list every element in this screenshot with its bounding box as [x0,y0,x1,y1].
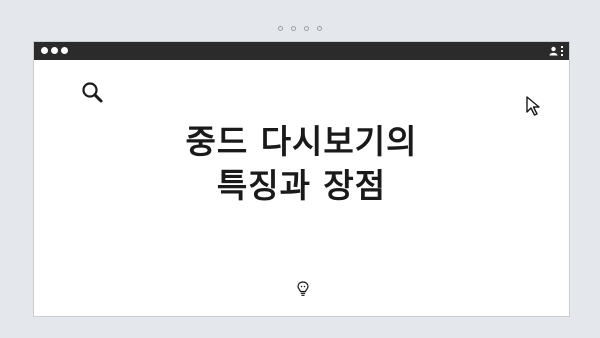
close-dot[interactable] [41,47,48,54]
page-title: 중드 다시보기의 특징과 장점 [34,120,569,208]
indicator-dot [278,26,283,31]
indicator-dot [291,26,296,31]
indicator-dot [304,26,309,31]
title-line-2: 특징과 장점 [216,166,387,205]
window-indicator-dots [0,26,600,31]
page-background: 중드 다시보기의 특징과 장점 [0,0,600,338]
cursor-icon [526,96,540,116]
user-icon[interactable] [549,46,558,56]
browser-window: 중드 다시보기의 특징과 장점 [33,41,570,317]
title-line-1: 중드 다시보기의 [185,122,418,161]
kebab-menu-icon[interactable] [561,46,563,56]
minimize-dot[interactable] [51,47,58,54]
lightbulb-icon [297,281,309,296]
window-titlebar [34,42,569,60]
search-icon [82,82,103,103]
indicator-dot [317,26,322,31]
titlebar-controls [549,45,563,57]
maximize-dot[interactable] [61,47,68,54]
